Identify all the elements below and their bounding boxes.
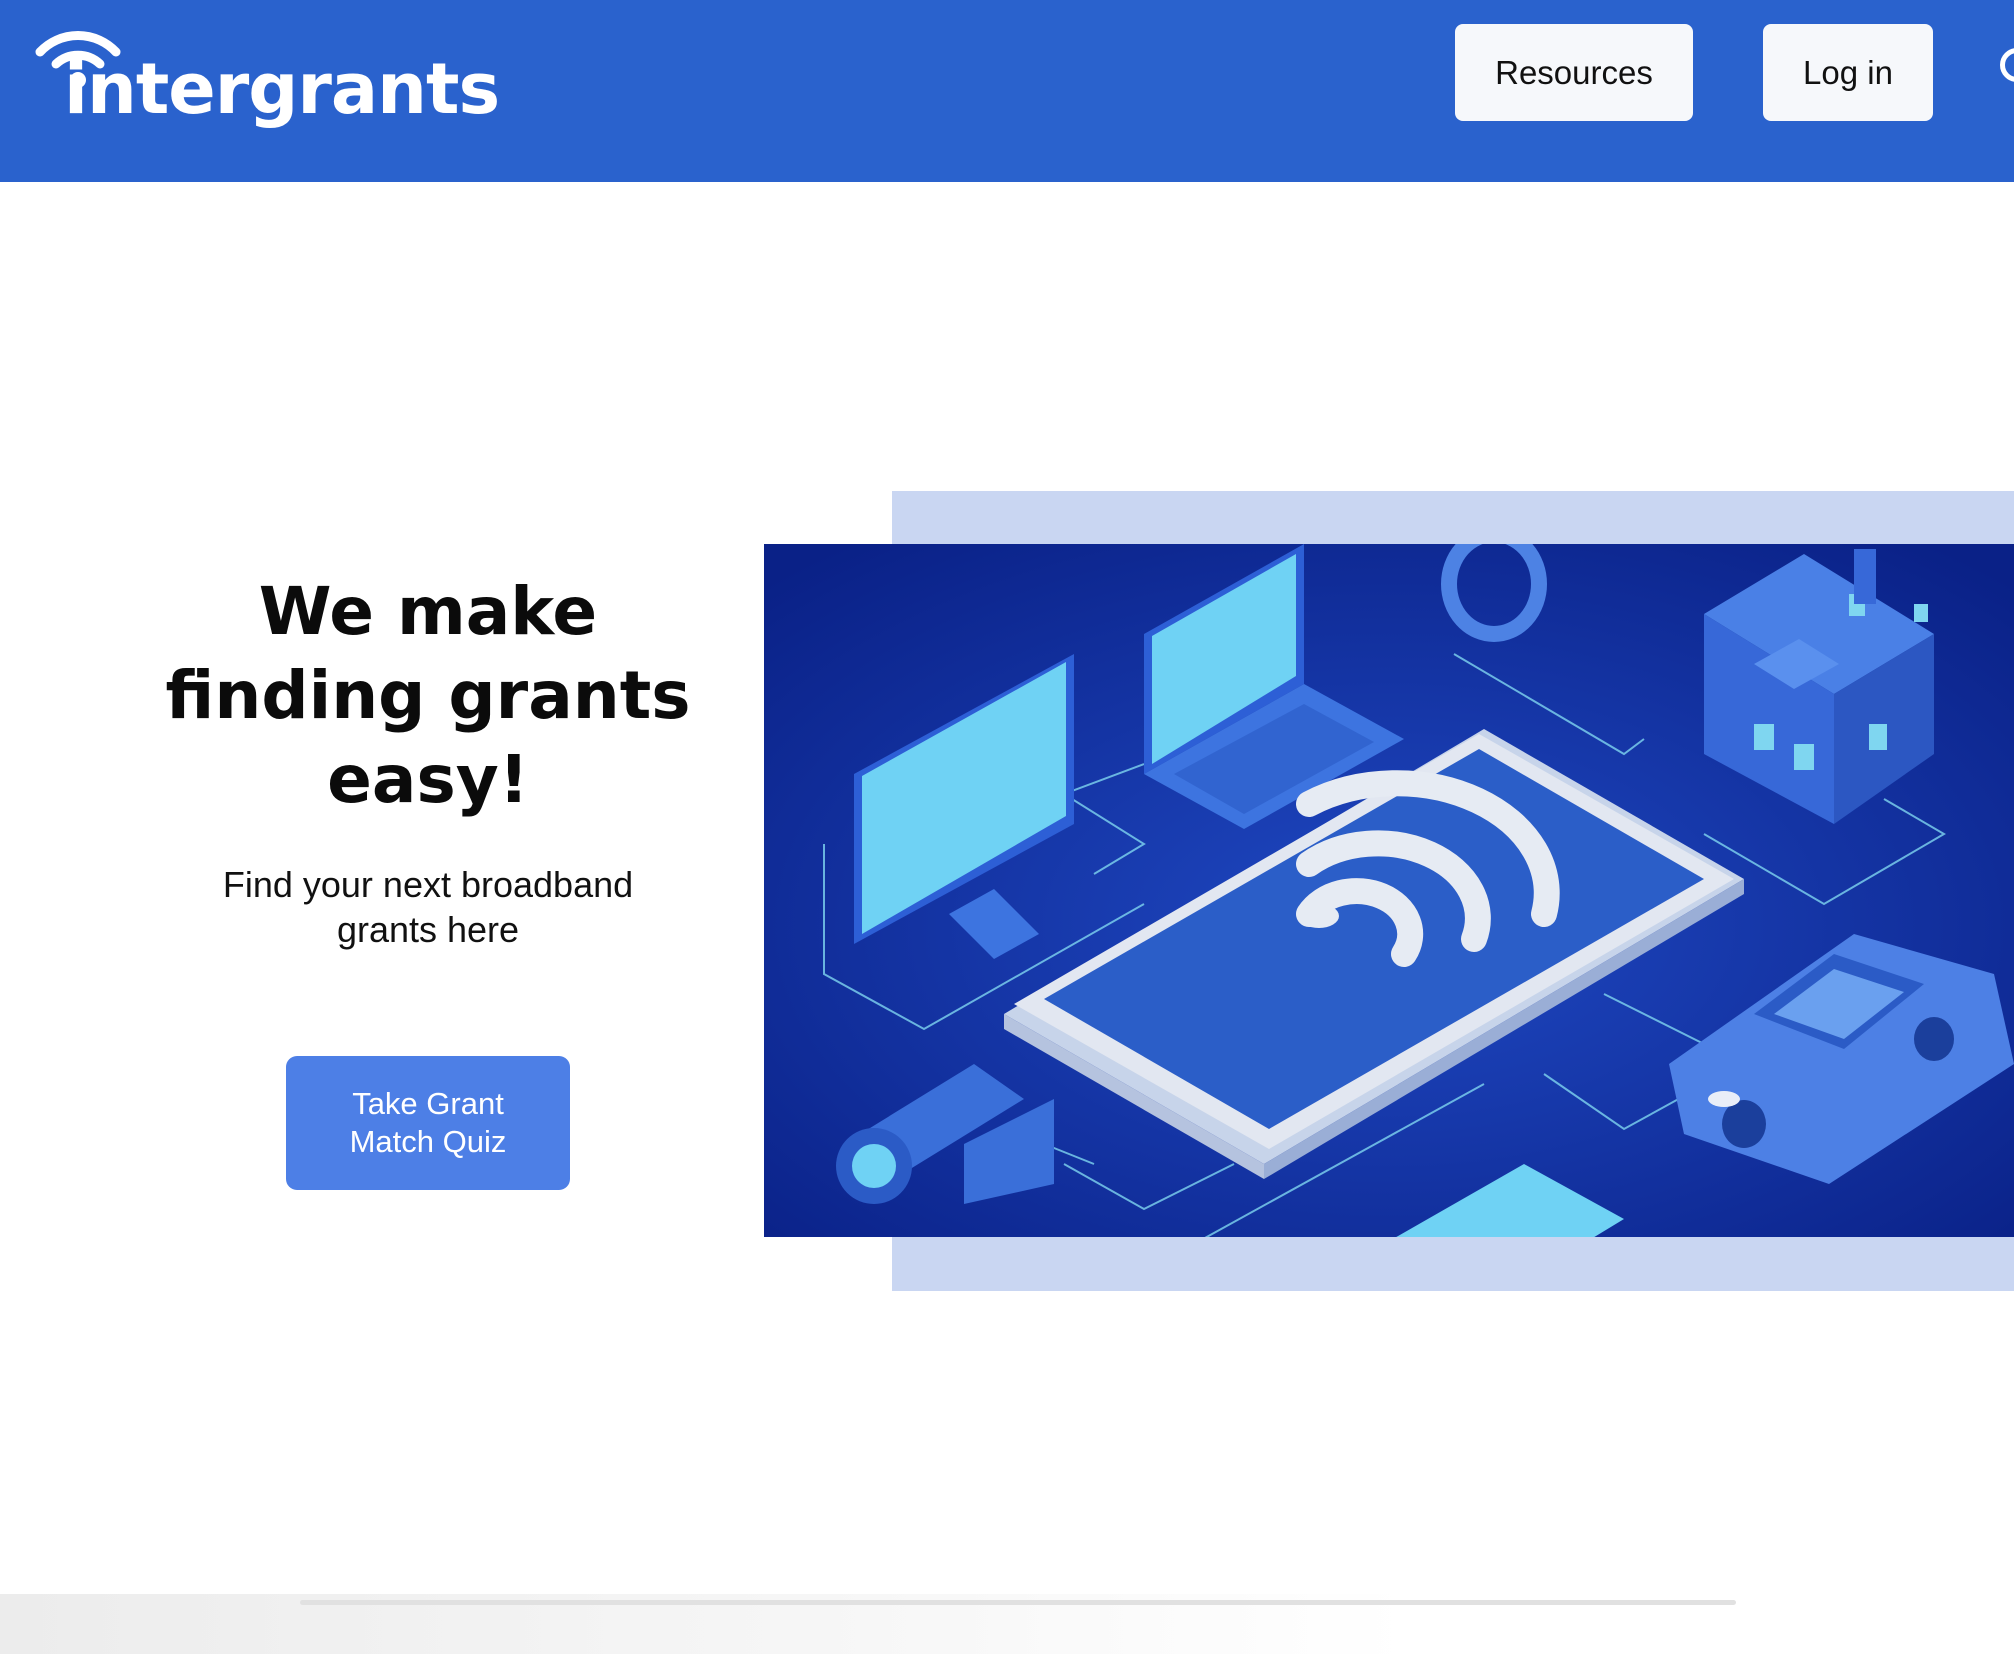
hero-illustration <box>764 544 2014 1237</box>
take-quiz-button[interactable]: Take Grant Match Quiz <box>286 1056 570 1190</box>
login-button[interactable]: Log in <box>1763 24 1933 121</box>
bottom-divider <box>300 1600 1736 1605</box>
logo-wordmark: intergrants <box>64 48 500 130</box>
site-header: intergrants Resources Log in <box>0 0 2014 182</box>
hero-title: We make finding grants easy! <box>165 573 691 818</box>
hero-subtitle: Find your next broadband grants here <box>222 864 634 950</box>
resources-button[interactable]: Resources <box>1455 24 1693 121</box>
connected-devices-illustration <box>764 544 2014 1237</box>
logo[interactable]: intergrants <box>34 18 500 138</box>
search-icon[interactable] <box>2000 48 2014 82</box>
page: intergrants Resources Log in We make fin… <box>0 0 2014 1654</box>
